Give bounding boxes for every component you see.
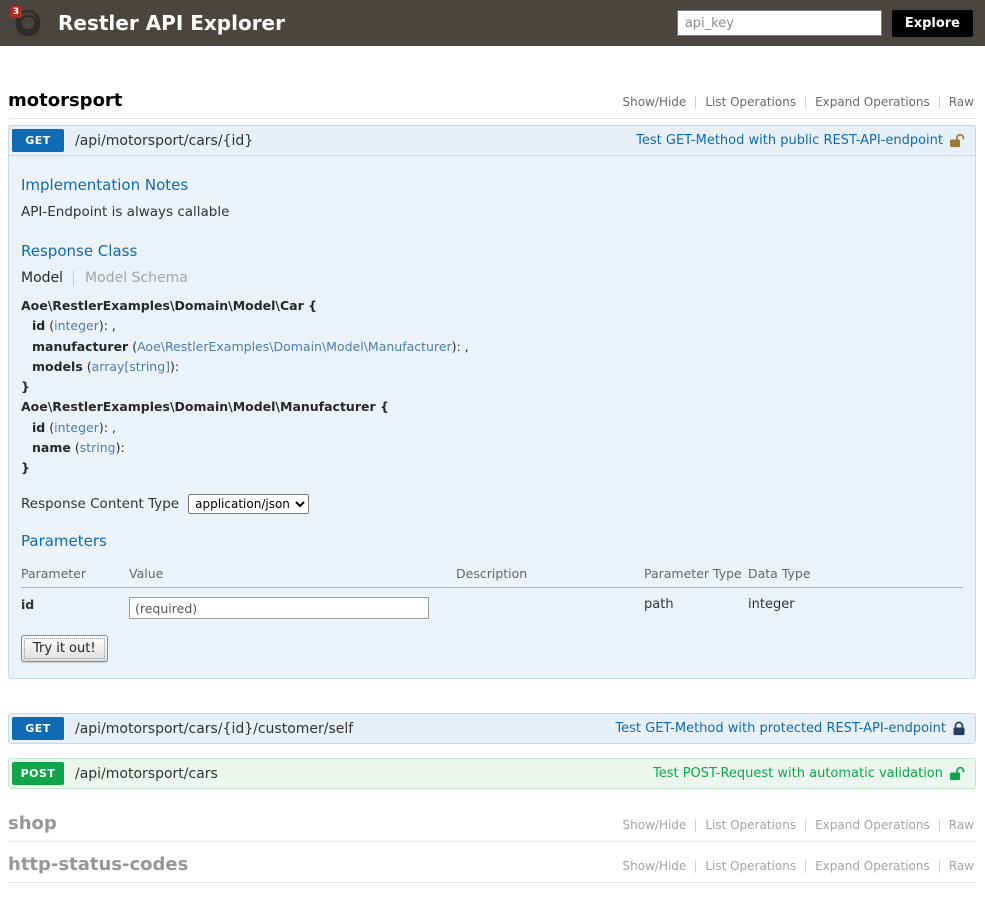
test-endpoint-label: Test GET-Method with public REST-API-end… [636, 133, 943, 148]
resource-options: Show/Hide List Operations Expand Operati… [614, 860, 976, 873]
show-hide-link[interactable]: Show/Hide [623, 859, 687, 873]
endpoint-details: Implementation Notes API-Endpoint is alw… [9, 155, 975, 678]
app-title: Restler API Explorer [58, 11, 285, 35]
response-content-type-select[interactable]: application/json [188, 494, 309, 514]
model-line: id (integer): , [21, 418, 963, 438]
endpoint-heading[interactable]: GET /api/motorsport/cars/{id}/customer/s… [9, 714, 975, 743]
expand-operations-link[interactable]: Expand Operations [815, 818, 930, 832]
list-operations-link[interactable]: List Operations [705, 818, 796, 832]
resource-options: Show/Hide List Operations Expand Operati… [614, 819, 976, 832]
list-operations-link[interactable]: List Operations [705, 859, 796, 873]
response-content-type-label: Response Content Type [21, 496, 179, 512]
unlock-icon [949, 766, 966, 781]
col-header-parameter: Parameter [21, 560, 129, 588]
model-line: Aoe\RestlerExamples\Domain\Model\Car { [21, 296, 963, 316]
resource-motorsport: motorsport Show/Hide List Operations Exp… [8, 90, 976, 119]
raw-link[interactable]: Raw [949, 859, 974, 873]
http-method-badge: GET [12, 717, 64, 740]
logo-badge: 3 [10, 6, 22, 18]
test-endpoint-label: Test POST-Request with automatic validat… [653, 766, 943, 781]
expand-operations-link[interactable]: Expand Operations [815, 859, 930, 873]
list-operations-link[interactable]: List Operations [705, 95, 796, 109]
lock-icon [952, 721, 966, 736]
api-key-input[interactable] [677, 10, 882, 36]
model-line: } [21, 458, 963, 478]
try-it-out-button[interactable]: Try it out! [21, 635, 108, 662]
model-line: Aoe\RestlerExamples\Domain\Model\Manufac… [21, 397, 963, 417]
test-endpoint-link[interactable]: Test GET-Method with public REST-API-end… [636, 133, 966, 148]
model-signature: Aoe\RestlerExamples\Domain\Model\Car {id… [21, 296, 963, 478]
resource-title-http-status-codes[interactable]: http-status-codes [8, 854, 188, 875]
test-endpoint-link[interactable]: Test POST-Request with automatic validat… [653, 766, 966, 781]
resource-shop: shop Show/Hide List Operations Expand Op… [8, 813, 976, 842]
model-line: id (integer): , [21, 316, 963, 336]
raw-link[interactable]: Raw [949, 95, 974, 109]
signature-tabs: Model Model Schema [21, 270, 963, 286]
endpoint-path[interactable]: /api/motorsport/cars/{id}/customer/self [75, 721, 353, 737]
model-line: manufacturer (Aoe\RestlerExamples\Domain… [21, 337, 963, 357]
implementation-notes-heading: Implementation Notes [21, 176, 963, 194]
parameter-row-id: id path integer [21, 588, 963, 623]
parameter-description [456, 588, 644, 623]
col-header-parameter-type: Parameter Type [644, 560, 748, 588]
test-endpoint-label: Test GET-Method with protected REST-API-… [615, 721, 946, 736]
response-class-heading: Response Class [21, 242, 963, 260]
expand-operations-link[interactable]: Expand Operations [815, 95, 930, 109]
show-hide-link[interactable]: Show/Hide [623, 95, 687, 109]
tab-model-schema[interactable]: Model Schema [73, 270, 188, 286]
col-header-value: Value [129, 560, 456, 588]
api-docs: motorsport Show/Hide List Operations Exp… [0, 46, 985, 913]
endpoint-heading[interactable]: GET /api/motorsport/cars/{id} Test GET-M… [9, 126, 975, 155]
endpoint-path[interactable]: /api/motorsport/cars [75, 766, 218, 782]
parameters-heading: Parameters [21, 532, 963, 550]
endpoint-get-customer-self: GET /api/motorsport/cars/{id}/customer/s… [8, 713, 976, 744]
col-header-data-type: Data Type [748, 560, 963, 588]
parameters-header-row: Parameter Value Description Parameter Ty… [21, 560, 963, 588]
header: 3 Restler API Explorer Explore [0, 0, 985, 46]
endpoint-heading[interactable]: POST /api/motorsport/cars Test POST-Requ… [9, 759, 975, 788]
tab-model[interactable]: Model [21, 270, 63, 286]
resource-title-shop[interactable]: shop [8, 813, 57, 834]
show-hide-link[interactable]: Show/Hide [623, 818, 687, 832]
test-endpoint-link[interactable]: Test GET-Method with protected REST-API-… [615, 721, 966, 736]
explore-button[interactable]: Explore [892, 10, 973, 37]
header-controls: Explore [677, 10, 973, 37]
parameter-value-input[interactable] [129, 597, 429, 619]
raw-link[interactable]: Raw [949, 818, 974, 832]
endpoint-get-car: GET /api/motorsport/cars/{id} Test GET-M… [8, 125, 976, 679]
response-content-type-row: Response Content Type application/json [21, 494, 963, 514]
restler-logo-icon: 3 [12, 7, 44, 39]
model-line: models (array[string]): [21, 357, 963, 377]
model-line: } [21, 377, 963, 397]
model-line: name (string): [21, 438, 963, 458]
col-header-description: Description [456, 560, 644, 588]
parameters-table: Parameter Value Description Parameter Ty… [21, 560, 963, 622]
unlock-icon [949, 133, 966, 148]
resource-title-motorsport[interactable]: motorsport [8, 90, 122, 111]
http-method-badge: POST [12, 762, 64, 785]
resource-options: Show/Hide List Operations Expand Operati… [614, 96, 976, 109]
endpoint-path[interactable]: /api/motorsport/cars/{id} [75, 133, 253, 149]
implementation-notes-text: API-Endpoint is always callable [21, 204, 963, 220]
resource-http-status-codes: http-status-codes Show/Hide List Operati… [8, 854, 976, 883]
endpoint-post-cars: POST /api/motorsport/cars Test POST-Requ… [8, 758, 976, 789]
http-method-badge: GET [12, 129, 64, 152]
parameter-type: path [644, 588, 748, 623]
parameter-data-type: integer [748, 588, 963, 623]
parameter-name: id [21, 588, 129, 623]
